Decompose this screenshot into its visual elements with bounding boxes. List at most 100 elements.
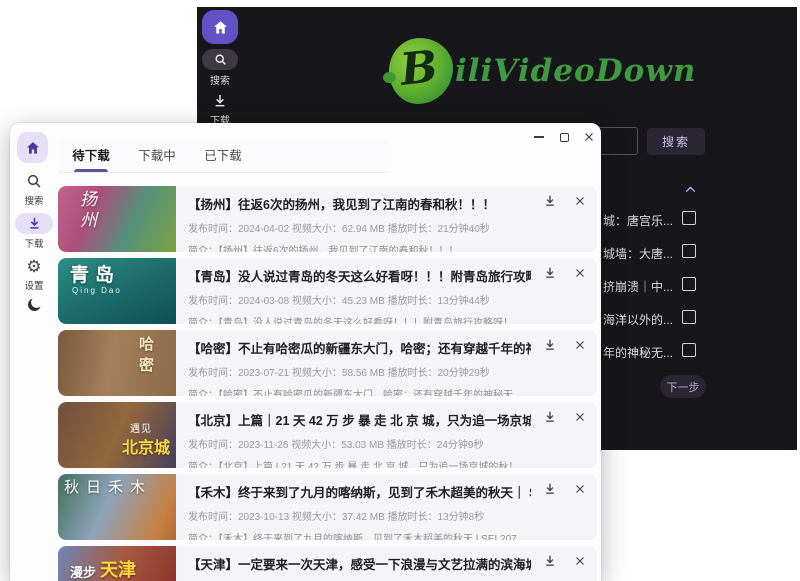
theme-toggle[interactable]	[10, 296, 58, 313]
next-step-button[interactable]: 下一步	[660, 375, 706, 398]
result-title: 年的神秘无...	[603, 344, 673, 361]
download-icon	[543, 482, 557, 496]
download-icon	[543, 266, 557, 280]
tab-downloading[interactable]: 下载中	[124, 140, 190, 172]
result-row: 挤崩溃｜中...	[597, 271, 707, 304]
video-description: 简介：【哈密】不止有哈密瓜的新疆东大门，哈密；还有穿越千年的神秘无人区大海道；哈…	[188, 386, 531, 396]
home-icon	[25, 140, 41, 156]
video-row: 青岛 Qing Dao 【青岛】没人说过青岛的冬天这么好看呀！！！附青岛旅行攻略…	[58, 258, 597, 324]
tab-completed[interactable]: 已下载	[190, 140, 256, 172]
search-icon	[214, 53, 227, 66]
download-icon	[543, 554, 557, 568]
result-row: 年的神秘无...	[597, 337, 707, 370]
video-row: 漫步 天津 【天津】一定要来一次天津，感受一下浪漫与文艺拉满的滨海城市 发布时间…	[58, 546, 597, 581]
close-icon	[574, 483, 586, 495]
video-row: 遇见 北京城 【北京】上篇｜21 天 42 万 步 暴 走 北 京 城，只为追一…	[58, 402, 597, 468]
download-tabs: 待下载 下载中 已下载	[58, 140, 388, 173]
app-logo: B iliVideoDown	[383, 35, 696, 107]
sidebar-label-search: 搜索	[10, 193, 58, 207]
video-title: 【哈密】不止有哈密瓜的新疆东大门，哈密；还有穿越千年的神秘无...	[188, 338, 531, 357]
video-list: 扬州 【扬州】往返6次的扬州，我见到了江南的春和秋！！！ 发布时间：2024-0…	[58, 186, 597, 581]
video-thumbnail: 秋日禾木	[58, 474, 176, 540]
remove-video-button[interactable]	[573, 194, 587, 208]
close-icon	[574, 411, 586, 423]
sidebar-item-home[interactable]	[202, 10, 238, 44]
collapse-chevron[interactable]	[683, 183, 698, 201]
download-video-button[interactable]	[543, 410, 557, 424]
remove-video-button[interactable]	[573, 410, 587, 424]
sidebar-item-download[interactable]	[212, 93, 228, 114]
thumb-caption: 秋日禾木	[64, 476, 152, 497]
search-button[interactable]: 搜索	[647, 128, 705, 155]
download-icon	[543, 338, 557, 352]
video-thumbnail: 遇见 北京城	[58, 402, 176, 468]
sidebar-label-settings: 设置	[10, 278, 58, 292]
result-title: 挤崩溃｜中...	[603, 278, 673, 295]
logo-mark-icon: B	[383, 35, 453, 107]
close-icon	[574, 195, 586, 207]
result-checkbox[interactable]	[682, 343, 696, 357]
close-icon	[574, 555, 586, 567]
front-window-controls	[533, 129, 595, 145]
remove-video-button[interactable]	[573, 338, 587, 352]
thumb-caption: 扬州	[74, 190, 99, 232]
video-meta: 发布时间：2023-10-13 视频大小：37.42 MB 播放时长：13分钟8…	[188, 508, 531, 523]
home-icon	[212, 19, 229, 36]
logo-text: iliVideoDown	[455, 53, 696, 89]
sidebar-item-download[interactable]	[15, 213, 53, 234]
download-video-button[interactable]	[543, 554, 557, 568]
video-thumbnail: 扬州	[58, 186, 176, 252]
download-video-button[interactable]	[543, 194, 557, 208]
video-meta: 发布时间：2024-04-02 视频大小：62.94 MB 播放时长：21分钟4…	[188, 220, 531, 235]
result-checkbox[interactable]	[682, 244, 696, 258]
result-checkbox[interactable]	[682, 310, 696, 324]
sidebar-item-settings[interactable]: ⚙	[10, 257, 58, 276]
download-icon	[27, 216, 42, 231]
download-icon	[543, 410, 557, 424]
maximize-button[interactable]	[558, 131, 570, 143]
front-sidebar: 搜索 下载 ⚙ 设置	[10, 123, 58, 581]
download-icon	[543, 194, 557, 208]
result-row: 城：唐宫乐...	[597, 205, 707, 238]
sidebar-label-search: 搜索	[197, 72, 243, 87]
tab-pending[interactable]: 待下载	[58, 140, 124, 172]
video-title: 【天津】一定要来一次天津，感受一下浪漫与文艺拉满的滨海城市	[188, 554, 531, 573]
remove-video-button[interactable]	[573, 482, 587, 496]
thumb-caption: 遇见	[130, 420, 152, 435]
video-description: 简介：【北京】上篇 | 21 天 42 万 步 暴 走 北 京 城，只为追一场京…	[188, 458, 531, 468]
result-title: 城：唐宫乐...	[603, 212, 673, 229]
remove-video-button[interactable]	[573, 554, 587, 568]
video-thumbnail: 哈密	[58, 330, 176, 396]
search-icon	[26, 173, 42, 189]
thumb-caption: 哈密	[135, 336, 156, 378]
download-video-button[interactable]	[543, 482, 557, 496]
video-thumbnail: 青岛 Qing Dao	[58, 258, 176, 324]
video-title: 【扬州】往返6次的扬州，我见到了江南的春和秋！！！	[188, 194, 531, 213]
download-icon	[212, 93, 228, 109]
logo-b: B	[394, 41, 443, 97]
thumb-subcaption: Qing Dao	[72, 286, 122, 295]
video-row: 哈密 【哈密】不止有哈密瓜的新疆东大门，哈密；还有穿越千年的神秘无... 发布时…	[58, 330, 597, 396]
video-meta: 发布时间：2023-07-21 视频大小：58.56 MB 播放时长：20分钟2…	[188, 364, 531, 379]
download-video-button[interactable]	[543, 338, 557, 352]
result-title: 城墙：大唐...	[603, 245, 673, 262]
minimize-button[interactable]	[533, 131, 545, 143]
close-button[interactable]	[583, 131, 595, 143]
video-row: 秋日禾木 【禾木】终于来到了九月的喀纳斯，见到了禾木超美的秋天｜ SEL207.…	[58, 474, 597, 540]
result-checkbox[interactable]	[682, 277, 696, 291]
close-icon	[583, 131, 595, 143]
thumb-subcaption: 天津	[100, 556, 136, 581]
sidebar-item-search[interactable]	[10, 173, 58, 189]
download-video-button[interactable]	[543, 266, 557, 280]
sidebar-item-search[interactable]	[202, 49, 238, 70]
video-description: 简介：【扬州】往返6次的扬州，我见到了江南的春和秋！！！	[188, 242, 531, 252]
result-title: 海洋以外的...	[603, 311, 673, 328]
video-title: 【北京】上篇｜21 天 42 万 步 暴 走 北 京 城，只为追一场京城的秋..…	[188, 410, 531, 429]
remove-video-button[interactable]	[573, 266, 587, 280]
chevron-up-icon	[683, 183, 698, 196]
sidebar-item-home[interactable]	[17, 132, 48, 163]
close-icon	[574, 267, 586, 279]
moon-icon	[26, 296, 43, 313]
result-checkbox[interactable]	[682, 211, 696, 225]
video-description: 简介：【青岛】没人说过青岛的冬天这么好看呀！！！附青岛旅行攻略呀！	[188, 314, 531, 324]
